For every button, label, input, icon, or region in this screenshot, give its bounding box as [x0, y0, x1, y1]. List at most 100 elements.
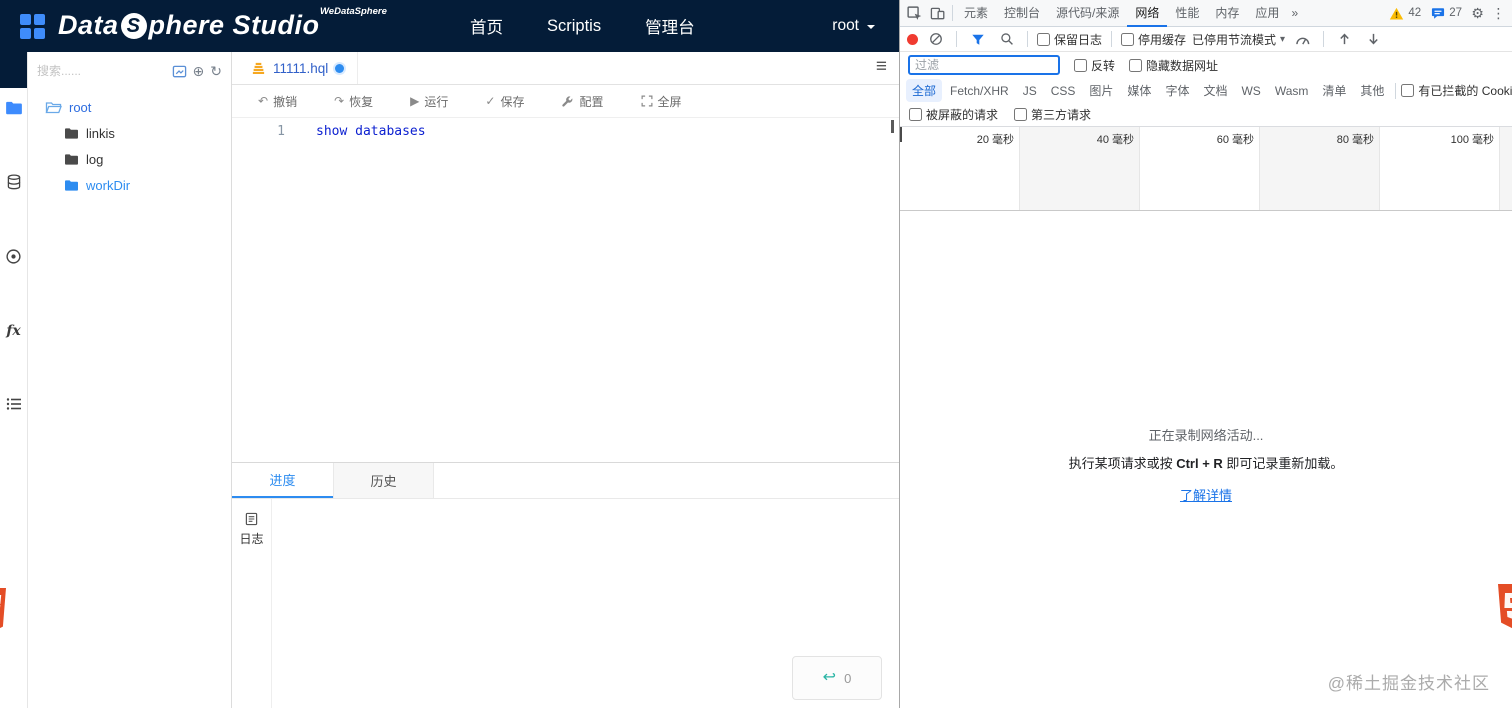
save-button[interactable]: ✓ 保存: [485, 93, 524, 110]
tab-list-menu-icon[interactable]: ≡: [876, 56, 887, 78]
network-filter-input[interactable]: [908, 55, 1060, 75]
tree-item-workdir[interactable]: workDir: [28, 172, 231, 198]
bottom-panel: 进度 历史 日志 ↩ 0: [232, 462, 899, 708]
disable-cache-checkbox[interactable]: [1121, 32, 1135, 46]
file-search-input[interactable]: [37, 64, 166, 78]
filter-chip-manifest[interactable]: 清单: [1316, 79, 1352, 102]
timeline-band: 60 毫秒: [1140, 127, 1260, 210]
tree-item-log[interactable]: log: [28, 146, 231, 172]
tab-elements[interactable]: 元素: [956, 0, 996, 27]
import-icon[interactable]: [172, 64, 187, 79]
network-conditions-icon[interactable]: [1291, 27, 1314, 51]
hint-pre: 执行某项请求或按: [1068, 456, 1177, 471]
fullscreen-icon: [641, 95, 652, 107]
learn-more-link[interactable]: 了解详情: [1180, 485, 1232, 504]
tab-performance[interactable]: 性能: [1167, 0, 1207, 27]
wrench-icon: [562, 95, 573, 107]
filter-chip-fonts[interactable]: 字体: [1159, 79, 1195, 102]
third-party-checkbox[interactable]: [1014, 108, 1028, 121]
tree-item-linkis[interactable]: linkis: [28, 120, 231, 146]
blocked-requests-label: 被屏蔽的请求: [926, 108, 999, 122]
code-editor[interactable]: 1 show databases: [232, 118, 899, 462]
blocked-cookies-checkbox[interactable]: [1401, 84, 1415, 97]
username: root: [832, 17, 859, 34]
hide-data-urls-option[interactable]: 隐藏数据网址: [1129, 57, 1218, 74]
filter-chip-docs[interactable]: 文档: [1197, 79, 1233, 102]
tab-network[interactable]: 网络: [1127, 0, 1167, 27]
filter-chip-media[interactable]: 媒体: [1121, 79, 1157, 102]
function-fx-icon[interactable]: fx: [6, 322, 20, 340]
preserve-log-option[interactable]: 保留日志: [1037, 31, 1102, 48]
filter-chip-js[interactable]: JS: [1017, 81, 1043, 101]
tab-history[interactable]: 历史: [333, 463, 434, 498]
tree-item-root[interactable]: root: [28, 94, 231, 120]
nav-item-home[interactable]: 首页: [470, 14, 503, 38]
device-toolbar-icon[interactable]: [926, 1, 949, 25]
filter-chip-images[interactable]: 图片: [1083, 79, 1119, 102]
folder-icon: [65, 179, 78, 191]
filter-chip-all[interactable]: 全部: [906, 79, 943, 102]
preserve-log-checkbox[interactable]: [1037, 32, 1050, 46]
refresh-icon[interactable]: ↻: [210, 64, 222, 78]
export-har-icon[interactable]: [1362, 27, 1385, 51]
more-tabs-icon[interactable]: »: [1287, 6, 1302, 20]
target-icon[interactable]: [5, 248, 22, 265]
apps-grid-icon[interactable]: [20, 14, 46, 40]
rollback-count: 0: [844, 670, 852, 686]
hide-data-urls-checkbox[interactable]: [1129, 58, 1143, 72]
settings-gear-icon[interactable]: ⚙: [1467, 5, 1488, 22]
blocked-cookies-option[interactable]: 有已拦截的 Cookie: [1401, 82, 1512, 99]
add-icon[interactable]: ⊕: [193, 64, 205, 78]
file-tree: root linkis log workDir: [28, 90, 231, 198]
workspace-folder-icon[interactable]: [5, 100, 23, 116]
database-icon[interactable]: [6, 173, 22, 191]
rollback-counter-button[interactable]: ↩ 0: [792, 656, 882, 700]
warning-triangle-icon: [1390, 7, 1404, 19]
tab-application[interactable]: 应用: [1247, 0, 1287, 27]
log-side-tab-label: 日志: [239, 532, 264, 546]
record-button[interactable]: [907, 33, 918, 45]
filter-chip-wasm[interactable]: Wasm: [1269, 81, 1315, 101]
inspect-element-icon[interactable]: [903, 1, 926, 25]
config-button[interactable]: 配置: [561, 93, 604, 110]
filter-chip-fetch-xhr[interactable]: Fetch/XHR: [944, 81, 1015, 101]
run-button[interactable]: ▶ 运行: [410, 93, 448, 110]
timeline-tick: 20 毫秒: [976, 134, 1014, 146]
disable-cache-option[interactable]: 停用缓存: [1121, 31, 1186, 48]
invert-checkbox[interactable]: [1074, 58, 1087, 72]
tab-console[interactable]: 控制台: [996, 0, 1048, 27]
filter-chip-css[interactable]: CSS: [1045, 81, 1082, 101]
import-har-icon[interactable]: [1333, 27, 1356, 51]
third-party-option[interactable]: 第三方请求: [1014, 106, 1091, 123]
issues-badge[interactable]: 27: [1426, 7, 1467, 20]
nav-item-console[interactable]: 管理台: [645, 14, 695, 38]
filter-funnel-icon[interactable]: [966, 27, 989, 51]
app-logo[interactable]: Data S phere Studio: [58, 10, 320, 41]
tree-item-label: linkis: [86, 125, 115, 141]
log-side-tab[interactable]: 日志: [232, 499, 272, 708]
blocked-requests-option[interactable]: 被屏蔽的请求: [909, 106, 998, 123]
code-line[interactable]: show databases: [300, 118, 426, 462]
clear-icon[interactable]: [924, 27, 947, 51]
nav-item-scriptis[interactable]: Scriptis: [547, 17, 601, 36]
hive-icon: [252, 62, 265, 74]
fullscreen-button[interactable]: 全屏: [641, 93, 682, 110]
user-menu[interactable]: root: [832, 0, 875, 52]
throttling-select[interactable]: 已停用节流模式 ▾: [1192, 31, 1285, 48]
editor-scrollbar-thumb[interactable]: [891, 120, 894, 133]
tab-progress[interactable]: 进度: [232, 463, 333, 498]
invert-option[interactable]: 反转: [1074, 57, 1115, 74]
tab-memory[interactable]: 内存: [1207, 0, 1247, 27]
table-list-icon[interactable]: [6, 397, 22, 411]
blocked-requests-checkbox[interactable]: [909, 108, 922, 121]
undo-button[interactable]: ↶ 撤销: [258, 93, 297, 110]
warnings-badge[interactable]: 42: [1384, 7, 1426, 20]
search-icon[interactable]: [995, 27, 1018, 51]
redo-button[interactable]: ↷ 恢复: [334, 93, 373, 110]
kebab-menu-icon[interactable]: ⋮: [1488, 5, 1509, 22]
editor-tab-hql[interactable]: 11111.hql: [238, 52, 359, 84]
tab-sources[interactable]: 源代码/来源: [1048, 0, 1127, 27]
network-timeline[interactable]: 20 毫秒 40 毫秒 60 毫秒 80 毫秒 100 毫秒: [900, 127, 1512, 211]
filter-chip-ws[interactable]: WS: [1235, 81, 1266, 101]
filter-chip-other[interactable]: 其他: [1354, 79, 1390, 102]
